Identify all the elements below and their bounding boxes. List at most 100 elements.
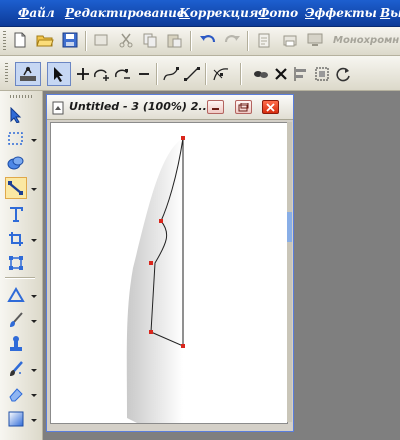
minus-icon[interactable] <box>134 64 154 84</box>
copy-icon[interactable] <box>140 30 160 50</box>
close-icon <box>266 102 275 112</box>
maximize-button[interactable] <box>235 100 252 114</box>
menu-edit[interactable]: Редактирование <box>65 5 185 21</box>
chevron-down-icon[interactable] <box>31 295 37 298</box>
refresh-icon[interactable] <box>333 64 353 84</box>
path-node[interactable] <box>181 136 185 140</box>
lasso-add-icon[interactable] <box>92 64 112 84</box>
align-left-icon <box>294 67 306 81</box>
transform-tool-icon[interactable] <box>5 252 27 274</box>
blob-tool-icon[interactable] <box>5 152 27 174</box>
paint-tool-icon[interactable] <box>5 309 27 331</box>
shape-tool-icon <box>7 287 25 302</box>
clone-tool-icon[interactable] <box>5 333 27 355</box>
chevron-down-icon[interactable] <box>31 320 37 323</box>
cut-icon <box>119 33 133 48</box>
add-node-icon[interactable] <box>73 64 93 84</box>
menu-effects[interactable]: Эффекты <box>305 5 377 21</box>
toolbar-grip[interactable] <box>5 63 8 83</box>
chevron-down-icon[interactable] <box>31 139 37 142</box>
menu-adjust[interactable]: Коррекция <box>179 5 258 21</box>
vertical-scrollbar[interactable] <box>287 122 292 422</box>
monitor-icon <box>307 33 323 46</box>
save-icon[interactable] <box>60 30 80 50</box>
paste-icon <box>167 34 182 48</box>
new-document-icon <box>14 32 26 48</box>
smooth-node-icon[interactable] <box>211 64 231 84</box>
toolbar-separator <box>85 31 87 51</box>
lasso-add-icon <box>94 69 109 81</box>
undo-icon[interactable] <box>198 30 218 50</box>
monitor-icon[interactable] <box>305 30 325 50</box>
crop-icon[interactable] <box>91 30 111 50</box>
gradient-tool-icon[interactable] <box>5 408 27 430</box>
blob-tool-icon <box>7 156 24 170</box>
line-node-icon[interactable] <box>182 64 202 84</box>
chevron-down-icon[interactable] <box>31 369 37 372</box>
eraser-tool-icon[interactable] <box>5 383 27 405</box>
delete-icon[interactable] <box>271 64 291 84</box>
lasso-subtract-icon <box>115 69 130 79</box>
marquee-tool-icon[interactable] <box>5 128 27 150</box>
link-icon <box>254 71 268 78</box>
minimize-icon <box>212 108 219 110</box>
path-edit-icon[interactable] <box>15 62 41 86</box>
redo-icon[interactable] <box>222 30 242 50</box>
crop-tool-icon <box>9 232 23 246</box>
document-icon <box>51 100 65 119</box>
image-canvas[interactable] <box>50 122 288 440</box>
pick-tool-icon[interactable] <box>5 104 27 126</box>
pointer-icon[interactable] <box>47 62 71 86</box>
chevron-down-icon[interactable] <box>31 394 37 397</box>
node-edit-toolbar <box>0 56 400 91</box>
scrollbar-thumb[interactable] <box>287 212 292 242</box>
minimize-button[interactable] <box>207 100 224 114</box>
restore-icon <box>238 102 249 111</box>
path-node[interactable] <box>149 261 153 265</box>
text-tool-icon <box>10 207 23 222</box>
path-edit-icon <box>20 66 36 81</box>
document-titlebar[interactable]: Untitled - 3 (100%) 2... <box>47 95 293 120</box>
monochrome-label: Монохромн <box>333 35 400 46</box>
save-icon <box>62 32 78 48</box>
node-edit-tool-icon[interactable] <box>5 177 27 199</box>
path-node[interactable] <box>181 344 185 348</box>
crop-tool-icon[interactable] <box>5 228 27 250</box>
paste-icon[interactable] <box>164 30 184 50</box>
palette-grip[interactable] <box>10 95 32 98</box>
clone-tool-icon <box>10 336 22 351</box>
clipboard-icon <box>258 33 270 48</box>
open-folder-icon[interactable] <box>35 30 55 50</box>
chevron-down-icon[interactable] <box>31 188 37 191</box>
refresh-icon <box>336 67 350 82</box>
delete-icon <box>275 68 287 80</box>
line-node-icon <box>184 67 200 81</box>
menu-file[interactable]: Файл <box>18 5 55 21</box>
text-tool-icon[interactable] <box>5 203 27 225</box>
path-node[interactable] <box>149 330 153 334</box>
align-left-icon[interactable] <box>291 64 311 84</box>
menu-window[interactable]: Вы <box>380 5 400 21</box>
path-node[interactable] <box>159 219 163 223</box>
marquee-icon[interactable] <box>312 64 332 84</box>
close-button[interactable] <box>262 100 279 114</box>
chevron-down-icon[interactable] <box>31 419 37 422</box>
lasso-subtract-icon[interactable] <box>113 64 133 84</box>
chevron-down-icon[interactable] <box>31 239 37 242</box>
toolbar-grip[interactable] <box>3 31 6 51</box>
brush-tool-icon[interactable] <box>5 358 27 380</box>
curve-node-icon[interactable] <box>161 64 181 84</box>
link-icon[interactable] <box>251 64 271 84</box>
node-edit-tool-icon <box>8 181 23 195</box>
clipboard-icon[interactable] <box>254 30 274 50</box>
print-icon[interactable] <box>280 30 300 50</box>
curve-node-icon <box>163 67 179 81</box>
shape-tool-icon[interactable] <box>5 284 27 306</box>
redo-icon <box>224 35 240 43</box>
crop-icon <box>94 34 108 46</box>
new-document-icon[interactable] <box>10 30 30 50</box>
toolbar-separator <box>205 63 207 85</box>
cut-icon[interactable] <box>116 30 136 50</box>
pointer-icon <box>54 67 63 82</box>
menu-photo[interactable]: Фото <box>258 5 298 21</box>
